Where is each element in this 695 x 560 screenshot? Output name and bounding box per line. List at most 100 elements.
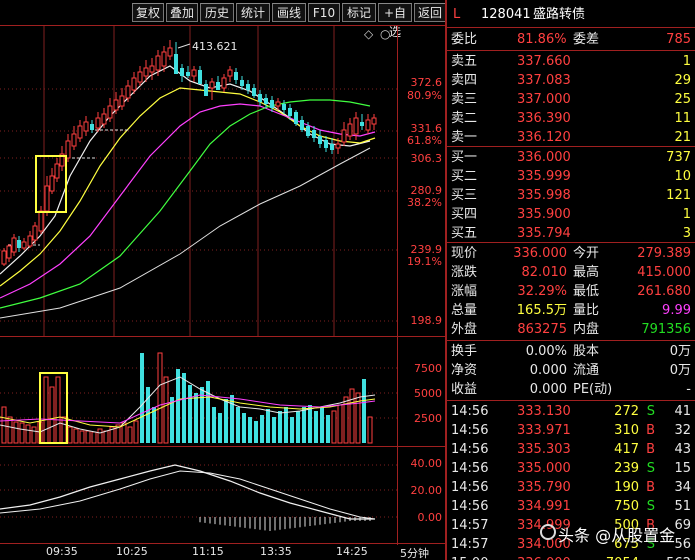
tick-time: 14:57 xyxy=(451,537,489,552)
quote-row: 卖一 336.120 21 xyxy=(447,128,695,147)
candle-body xyxy=(282,104,286,110)
volume-bar xyxy=(67,426,73,444)
vol-label-5000: 5000 xyxy=(414,387,442,400)
volume-bar xyxy=(362,379,366,443)
tick-time: 15:00 xyxy=(451,554,488,560)
tick-volume: 417 xyxy=(614,442,639,457)
bid-label: 买四 xyxy=(451,207,478,222)
candle-body xyxy=(324,140,328,148)
quote-row: 卖五 337.660 1 xyxy=(447,52,695,71)
tick-price: 334.991 xyxy=(517,499,571,514)
candle-body xyxy=(95,117,101,129)
draw-line-button[interactable]: 画线 xyxy=(272,3,306,22)
volume-bar xyxy=(91,431,97,444)
flag-label: L xyxy=(453,7,461,22)
candle-body xyxy=(294,112,298,124)
ask-label: 卖一 xyxy=(451,130,478,145)
volume-bar xyxy=(194,393,198,443)
quote-row: 涨幅 32.29% 最低 261.680 xyxy=(447,282,695,301)
tick-count: 32 xyxy=(674,423,691,438)
bid-price: 335.794 xyxy=(517,226,571,241)
tick-time: 14:56 xyxy=(451,442,489,457)
fund-value2: 0万 xyxy=(669,363,691,378)
candle-body xyxy=(209,81,215,89)
candle-body xyxy=(131,77,137,91)
volume-bar xyxy=(308,405,312,443)
volume-bar xyxy=(218,413,222,443)
vol-label-2500: 2500 xyxy=(414,412,442,425)
bid-price: 335.900 xyxy=(517,207,571,222)
candle-body xyxy=(107,105,113,119)
add-watchlist-button[interactable]: +自选 xyxy=(378,3,412,39)
stat-value: 863275 xyxy=(517,322,567,337)
fund-value2: - xyxy=(686,382,691,397)
stat-value2: 791356 xyxy=(641,322,691,337)
candle-body xyxy=(221,77,227,89)
stat-label2: 最高 xyxy=(573,265,600,280)
macd-chart[interactable] xyxy=(0,447,397,543)
tick-price: 335.303 xyxy=(517,442,571,457)
volume-bar xyxy=(13,421,19,444)
f10-button[interactable]: F10 xyxy=(308,3,340,22)
stat-label2: 最低 xyxy=(573,284,600,299)
candle-body xyxy=(180,68,184,76)
quote-row: 现价 336.000 今开 279.389 xyxy=(447,244,695,263)
candle-body xyxy=(155,55,161,71)
volume-bar xyxy=(248,417,252,443)
stat-label: 总量 xyxy=(451,303,478,318)
mark-button[interactable]: 标记 xyxy=(342,3,376,22)
tick-side: B xyxy=(646,480,655,495)
time-label-1025: 10:25 xyxy=(116,545,148,558)
volume-bar xyxy=(73,428,79,444)
volume-bar xyxy=(212,407,216,443)
volume-bar xyxy=(242,413,246,443)
candle-body xyxy=(240,80,244,86)
candle-body xyxy=(252,88,256,96)
weicha-value: 785 xyxy=(666,32,691,47)
candle-body xyxy=(17,240,21,248)
candle-body xyxy=(90,124,94,130)
statistics-button[interactable]: 统计 xyxy=(236,3,270,22)
volume-bar xyxy=(278,411,282,443)
volume-bar xyxy=(296,411,300,443)
volume-chart[interactable] xyxy=(0,337,397,446)
volume-bar xyxy=(302,407,306,443)
price-label-3: 306.3 xyxy=(410,152,443,165)
fund-value: 0.000 xyxy=(529,382,567,397)
pct-label-4: 38.2% xyxy=(407,196,442,209)
tick-price: 333.971 xyxy=(517,423,571,438)
period-selector[interactable]: 5分钟 xyxy=(400,545,429,560)
tick-side: S xyxy=(646,461,655,476)
quote-row: 收益 0.000 PE(动) - xyxy=(447,380,695,399)
volume-bar xyxy=(337,404,343,444)
quote-row: 外盘 863275 内盘 791356 xyxy=(447,320,695,339)
ma-line-magenta xyxy=(0,103,376,299)
candle-body xyxy=(360,122,364,126)
candle-body xyxy=(71,133,77,147)
history-button[interactable]: 历史 xyxy=(200,3,234,22)
candle-body xyxy=(137,71,143,83)
quote-row: 14:56 333.971 310 B 32 xyxy=(447,421,695,440)
back-button[interactable]: 返回 xyxy=(414,3,446,22)
tick-time: 14:56 xyxy=(451,404,489,419)
ask-label: 卖五 xyxy=(451,54,478,69)
tick-time: 14:56 xyxy=(451,480,489,495)
candle-body xyxy=(119,95,125,107)
tick-count: 56 xyxy=(674,537,691,552)
candlestick-chart[interactable]: 413.621 xyxy=(0,26,397,336)
volume-bar xyxy=(290,417,294,443)
candle-body xyxy=(306,126,310,136)
overlay-button[interactable]: 叠加 xyxy=(166,3,198,22)
stat-value: 82.010 xyxy=(521,265,568,280)
candle-body xyxy=(191,69,197,77)
pct-label-2: 61.8% xyxy=(407,134,442,147)
candle-body xyxy=(264,98,268,104)
stat-label: 现价 xyxy=(451,246,478,261)
quote-row: 14:56 335.790 190 B 34 xyxy=(447,478,695,497)
candle-body xyxy=(143,67,149,77)
fuquan-button[interactable]: 复权 xyxy=(132,3,164,22)
high-price-marker: 413.621 xyxy=(192,40,238,53)
ask-label: 卖四 xyxy=(451,73,478,88)
candle-body xyxy=(27,235,33,247)
tick-time: 14:56 xyxy=(451,423,489,438)
